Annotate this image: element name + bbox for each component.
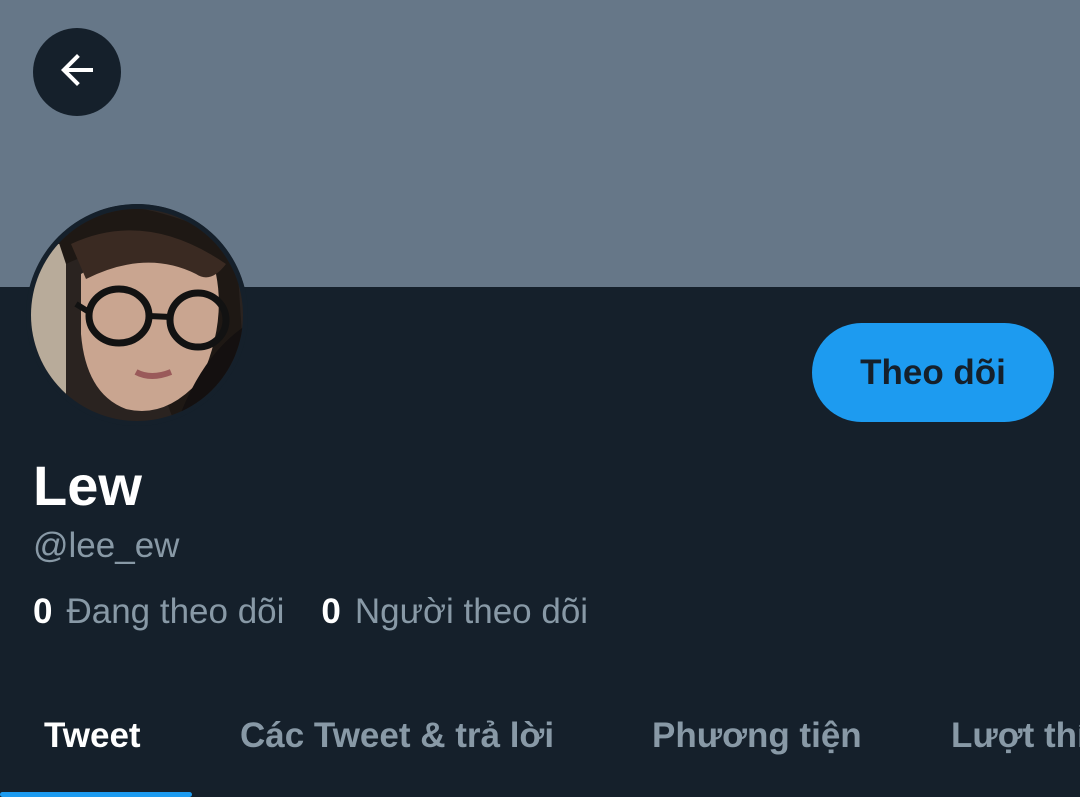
tab-tweets[interactable]: Tweet [44,714,141,758]
following-label: Đang theo dõi [66,592,285,631]
followers-stat[interactable]: 0 Người theo dõi [321,590,588,634]
profile-screen: Theo dõi Lew @lee_ew 0 Đang theo dõi 0 N… [0,0,1080,797]
follow-button[interactable]: Theo dõi [812,323,1054,422]
tab-likes[interactable]: Lượt thích [951,714,1080,758]
user-handle: @lee_ew [33,526,180,565]
profile-tabs: Tweet Các Tweet & trả lời Phương tiện Lư… [0,700,1080,797]
followers-count: 0 [321,592,341,631]
active-tab-indicator [0,792,192,797]
display-name: Lew [33,454,142,517]
tab-tweets-replies[interactable]: Các Tweet & trả lời [240,714,554,758]
followers-label: Người theo dõi [354,592,589,631]
avatar[interactable] [26,204,248,426]
following-stat[interactable]: 0 Đang theo dõi [33,590,284,634]
following-count: 0 [33,592,53,631]
tab-media[interactable]: Phương tiện [652,714,862,758]
follow-stats: 0 Đang theo dõi 0 Người theo dõi [33,590,588,634]
arrow-left-icon [53,46,101,99]
back-button[interactable] [33,28,121,116]
